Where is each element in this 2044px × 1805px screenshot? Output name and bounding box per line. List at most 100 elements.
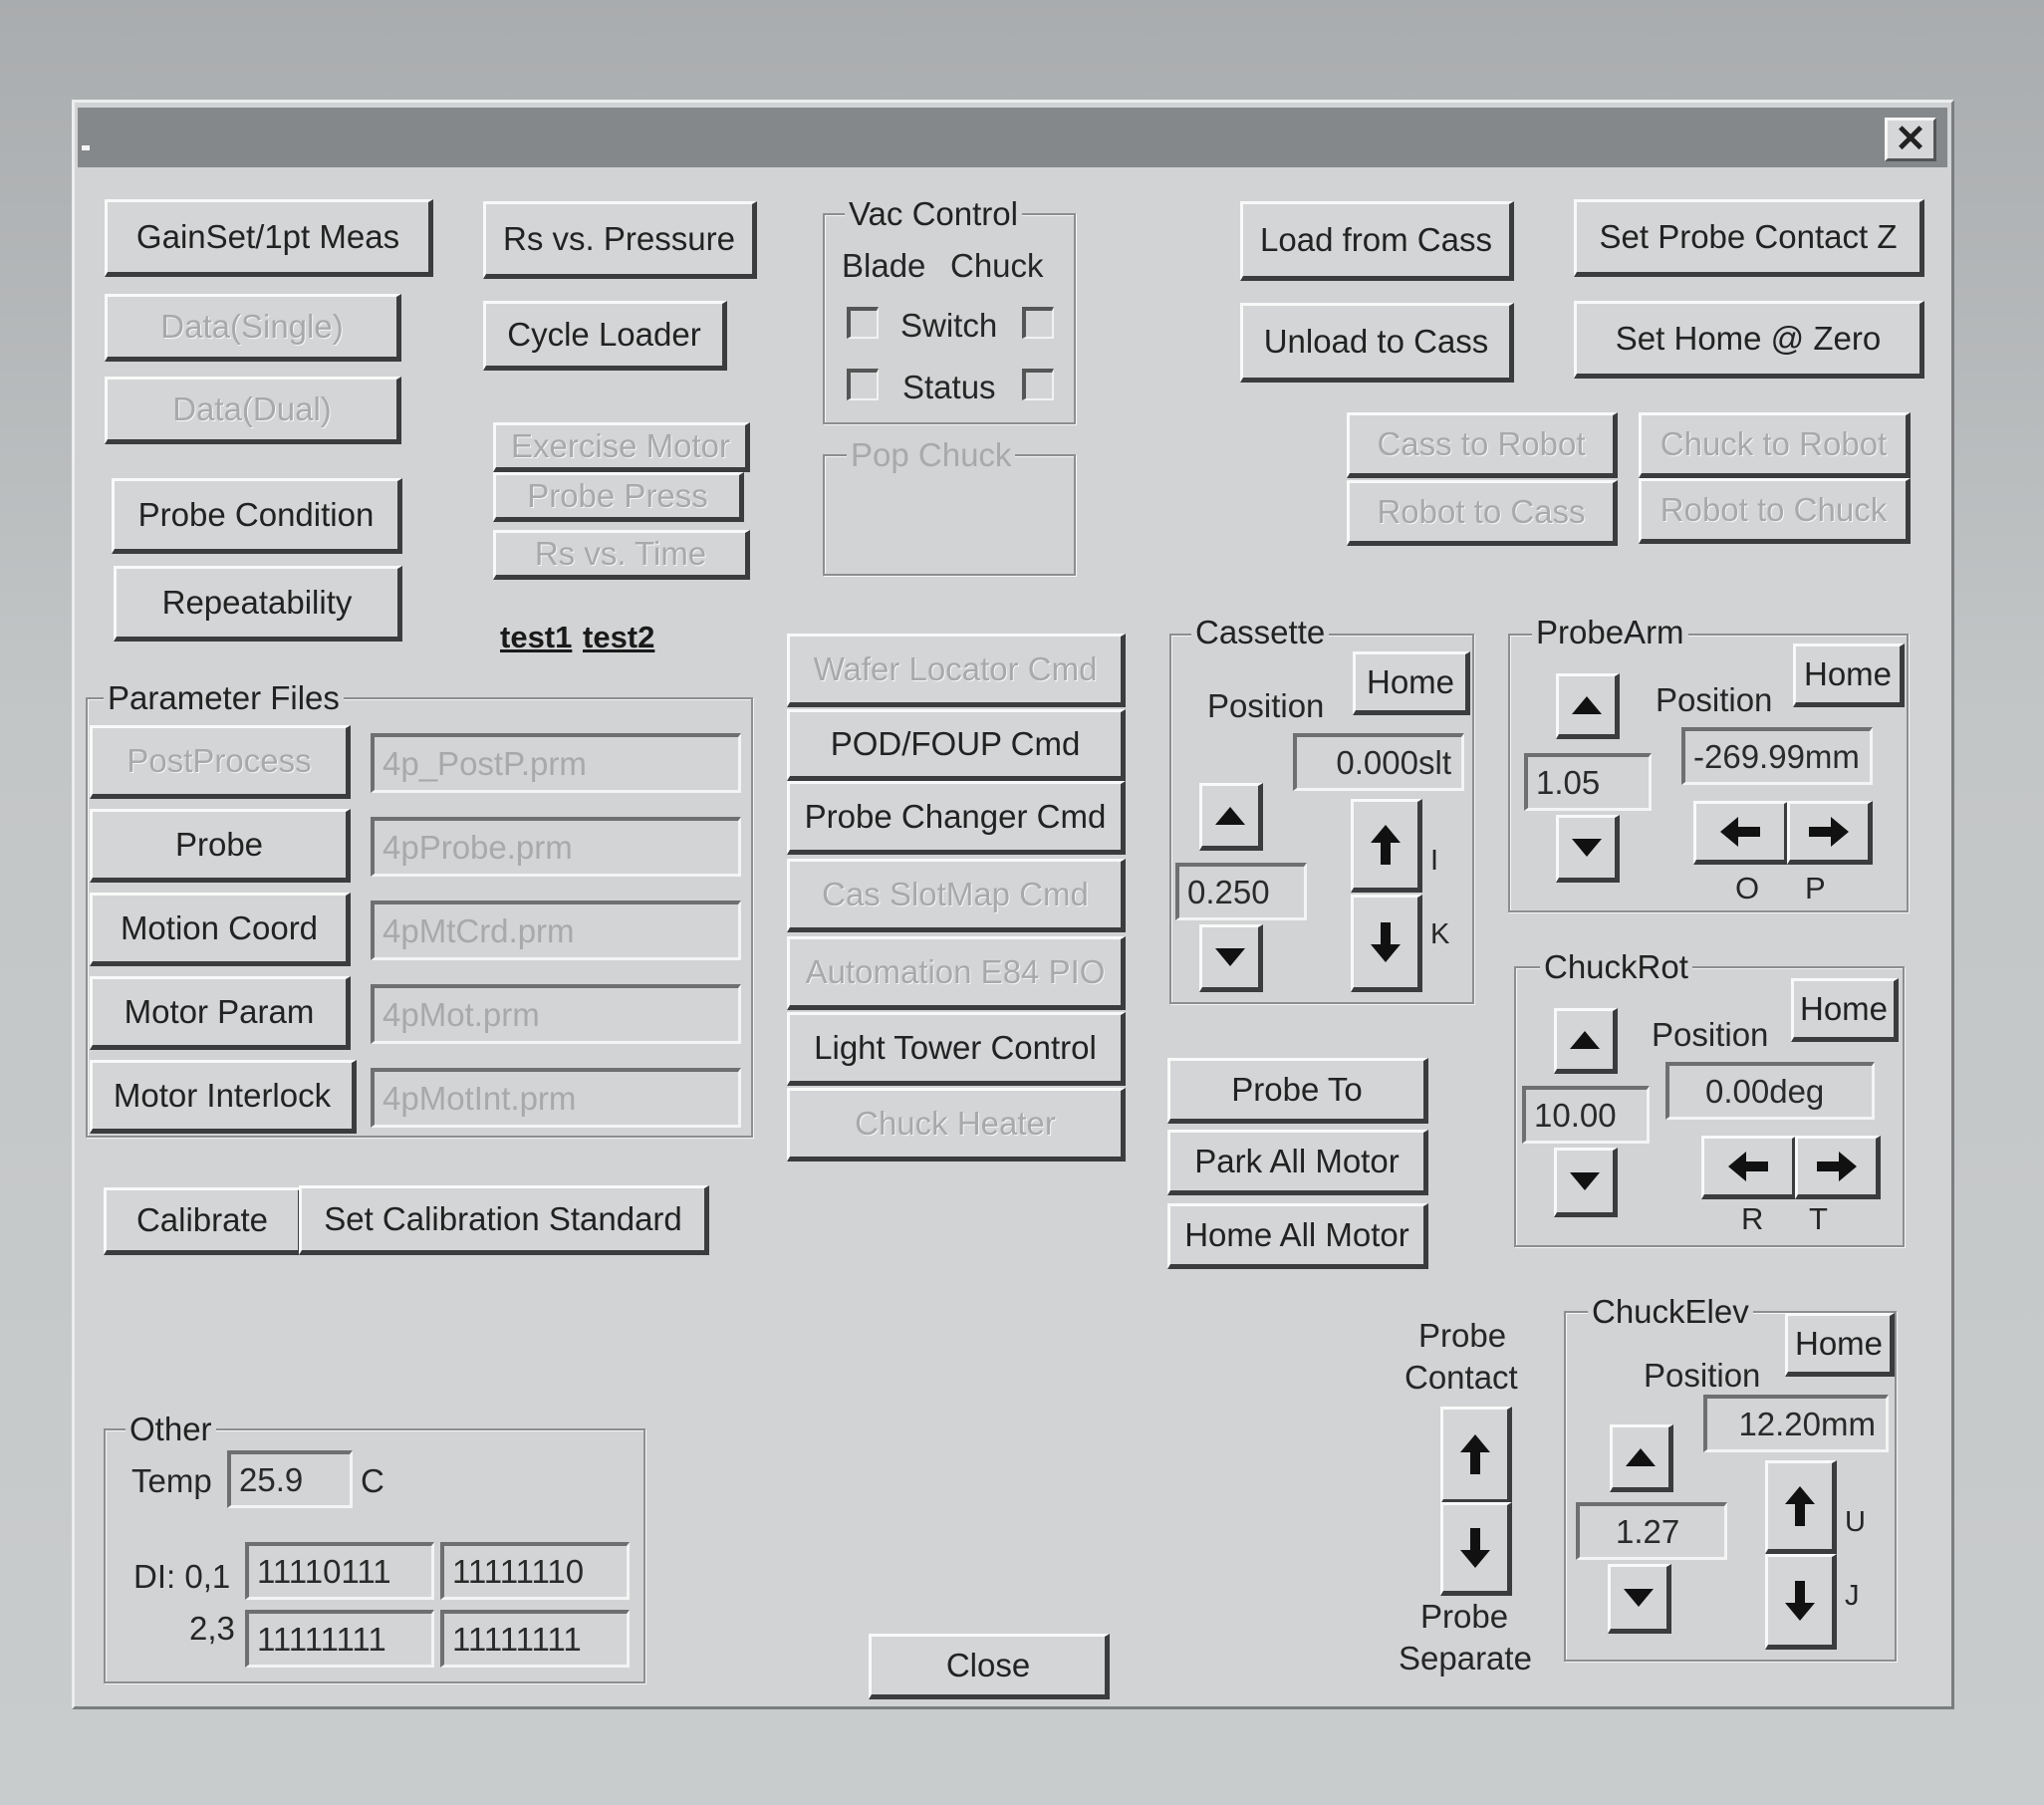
di2-field[interactable]: 11111111 (245, 1610, 434, 1668)
pod-foup-cmd-button[interactable]: POD/FOUP Cmd (787, 709, 1126, 781)
triangle-down-icon (1624, 1589, 1654, 1607)
chuck-elev-step-field[interactable]: 1.27 (1576, 1502, 1727, 1560)
wafer-locator-cmd-button[interactable]: Wafer Locator Cmd (787, 634, 1126, 707)
set-probe-contact-z-button[interactable]: Set Probe Contact Z (1574, 199, 1924, 277)
chuck-to-robot-button[interactable]: Chuck to Robot (1639, 412, 1911, 478)
probe-arm-step-down-button[interactable] (1556, 815, 1620, 883)
di3-field[interactable]: 11111111 (440, 1610, 630, 1668)
test1-link[interactable]: test1 (500, 622, 572, 652)
cass-to-robot-button[interactable]: Cass to Robot (1347, 412, 1618, 478)
di01-label: DI: 0,1 (133, 1558, 231, 1595)
motion-coord-file-field[interactable]: 4pMtCrd.prm (371, 901, 741, 960)
temp-field[interactable]: 25.9 (227, 1450, 353, 1508)
chuck-elev-down-key-label: J (1845, 1580, 1860, 1612)
chuck-elev-legend: ChuckElev (1588, 1295, 1753, 1328)
chuck-status-checkbox[interactable] (1022, 369, 1054, 400)
cassette-step-down-button[interactable] (1199, 924, 1263, 992)
cassette-home-button[interactable]: Home (1353, 651, 1470, 715)
probe-file-field[interactable]: 4pProbe.prm (371, 817, 741, 877)
di23-label: 2,3 (189, 1610, 235, 1647)
probe-contact-up-button[interactable] (1440, 1407, 1512, 1504)
motor-interlock-file-field[interactable]: 4pMotInt.prm (371, 1068, 741, 1128)
probe-condition-button[interactable]: Probe Condition (112, 478, 402, 554)
probe-to-button[interactable]: Probe To (1167, 1058, 1428, 1124)
probe-separate-down-button[interactable] (1440, 1502, 1512, 1596)
chuck-elev-position-label: Position (1644, 1357, 1761, 1394)
cassette-step-field[interactable]: 0.250 (1175, 863, 1307, 920)
gainset-button[interactable]: GainSet/1pt Meas (105, 199, 433, 277)
chuck-rot-move-right-button[interactable] (1795, 1136, 1881, 1199)
chuck-elev-step-down-button[interactable] (1608, 1564, 1671, 1634)
arrow-up-icon (1785, 1486, 1815, 1526)
data-dual-button[interactable]: Data(Dual) (105, 377, 401, 444)
di0-field[interactable]: 11110111 (245, 1542, 434, 1600)
chuck-rot-legend: ChuckRot (1540, 950, 1692, 983)
chuck-rot-step-field[interactable]: 10.00 (1522, 1086, 1650, 1144)
home-all-motor-button[interactable]: Home All Motor (1167, 1203, 1428, 1269)
probe-separate-label-2: Separate (1399, 1640, 1532, 1676)
set-home-zero-button[interactable]: Set Home @ Zero (1574, 301, 1924, 379)
motor-param-file-field[interactable]: 4pMot.prm (371, 984, 741, 1044)
chuck-rot-step-down-button[interactable] (1554, 1148, 1618, 1217)
robot-to-cass-button[interactable]: Robot to Cass (1347, 480, 1618, 546)
test2-link[interactable]: test2 (583, 622, 654, 652)
probe-arm-home-button[interactable]: Home (1793, 644, 1905, 707)
blade-status-checkbox[interactable] (847, 369, 879, 400)
triangle-down-icon (1572, 839, 1602, 857)
arrow-down-icon (1460, 1528, 1490, 1568)
cassette-position-field[interactable]: 0.000slt (1293, 733, 1464, 791)
robot-to-chuck-button[interactable]: Robot to Chuck (1639, 478, 1911, 544)
motor-interlock-button[interactable]: Motor Interlock (90, 1060, 357, 1134)
chuck-rot-move-left-button[interactable] (1701, 1136, 1797, 1199)
parameter-files-legend: Parameter Files (104, 681, 344, 714)
chuck-elev-move-up-button[interactable] (1765, 1460, 1837, 1554)
rs-vs-pressure-button[interactable]: Rs vs. Pressure (483, 201, 757, 279)
cas-slotmap-cmd-button[interactable]: Cas SlotMap Cmd (787, 859, 1126, 932)
probe-contact-label-1: Probe (1418, 1317, 1507, 1354)
repeatability-button[interactable]: Repeatability (114, 566, 402, 642)
cycle-loader-button[interactable]: Cycle Loader (483, 301, 727, 371)
title-bar (78, 108, 1947, 167)
data-single-button[interactable]: Data(Single) (105, 294, 401, 362)
window-title (82, 145, 90, 150)
probe-press-button[interactable]: Probe Press (493, 472, 744, 522)
unload-to-cass-button[interactable]: Unload to Cass (1240, 303, 1514, 383)
postprocess-button[interactable]: PostProcess (90, 725, 351, 799)
probe-arm-move-left-button[interactable] (1693, 801, 1789, 865)
exercise-motor-button[interactable]: Exercise Motor (493, 422, 750, 472)
close-button[interactable]: Close (869, 1634, 1110, 1699)
light-tower-control-button[interactable]: Light Tower Control (787, 1012, 1126, 1086)
chuck-elev-move-down-button[interactable] (1765, 1554, 1837, 1650)
probe-contact-label-2: Contact (1405, 1359, 1518, 1396)
calibrate-button[interactable]: Calibrate (104, 1187, 303, 1255)
chuck-elev-step-up-button[interactable] (1610, 1424, 1673, 1492)
probe-arm-step-field[interactable]: 1.05 (1524, 753, 1652, 811)
probe-arm-step-up-button[interactable] (1556, 673, 1620, 739)
cassette-step-up-button[interactable] (1199, 783, 1263, 851)
cassette-move-down-button[interactable] (1351, 895, 1422, 992)
probe-param-button[interactable]: Probe (90, 809, 351, 883)
load-from-cass-button[interactable]: Load from Cass (1240, 201, 1514, 281)
arrow-down-icon (1785, 1581, 1815, 1621)
chuck-heater-button[interactable]: Chuck Heater (787, 1088, 1126, 1161)
chuck-switch-checkbox[interactable] (1022, 307, 1054, 339)
cassette-move-up-button[interactable] (1351, 799, 1422, 893)
window-close-button[interactable]: ✕ (1885, 118, 1936, 161)
chuck-elev-home-button[interactable]: Home (1785, 1313, 1895, 1377)
park-all-motor-button[interactable]: Park All Motor (1167, 1130, 1428, 1195)
chuck-elev-position-field[interactable]: 12.20mm (1703, 1395, 1889, 1452)
automation-e84-button[interactable]: Automation E84 PIO (787, 936, 1126, 1010)
di1-field[interactable]: 11111110 (440, 1542, 630, 1600)
chuck-rot-home-button[interactable]: Home (1791, 978, 1899, 1042)
probe-arm-move-right-button[interactable] (1787, 801, 1873, 865)
blade-switch-checkbox[interactable] (847, 307, 879, 339)
chuck-rot-step-up-button[interactable] (1554, 1008, 1618, 1074)
set-calibration-standard-button[interactable]: Set Calibration Standard (299, 1185, 709, 1255)
probe-changer-cmd-button[interactable]: Probe Changer Cmd (787, 781, 1126, 855)
motor-param-button[interactable]: Motor Param (90, 976, 351, 1050)
chuck-rot-position-field[interactable]: 0.00deg (1665, 1062, 1875, 1120)
motion-coord-button[interactable]: Motion Coord (90, 893, 351, 966)
rs-vs-time-button[interactable]: Rs vs. Time (493, 530, 750, 580)
probe-arm-position-field[interactable]: -269.99mm (1681, 727, 1873, 785)
postprocess-file-field[interactable]: 4p_PostP.prm (371, 733, 741, 793)
